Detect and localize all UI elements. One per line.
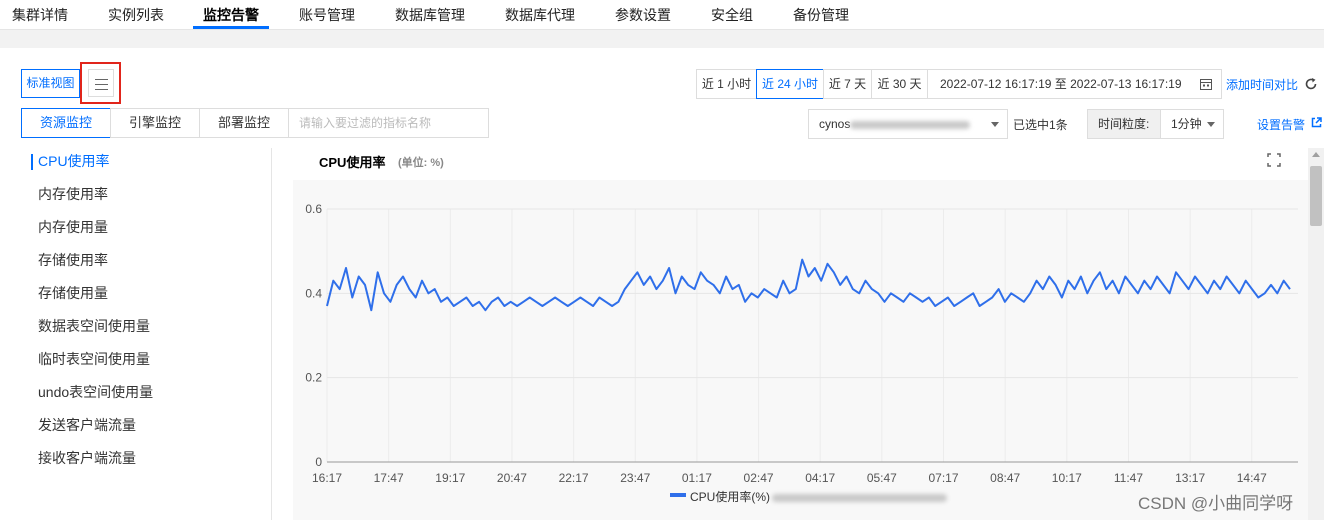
date-range-text: 2022-07-12 16:17:19 至 2022-07-13 16:17:1… xyxy=(940,77,1182,91)
legend-swatch xyxy=(670,493,686,497)
instance-id-redacted xyxy=(850,120,971,129)
tab-parameter-settings[interactable]: 参数设置 xyxy=(615,5,671,25)
metric-temp-space-usage[interactable]: 临时表空间使用量 xyxy=(38,349,150,369)
time-range-1h[interactable]: 近 1 小时 xyxy=(696,69,757,99)
refresh-icon[interactable] xyxy=(1304,77,1318,91)
y-tick-label: 0.6 xyxy=(305,202,322,216)
metric-client-receive-traffic[interactable]: 接收客户端流量 xyxy=(38,448,136,468)
menu-icon xyxy=(95,79,108,80)
x-tick-label: 02:47 xyxy=(744,471,774,485)
scroll-up-icon[interactable] xyxy=(1312,152,1320,157)
chart-unit: (单位: %) xyxy=(398,157,444,169)
y-tick-label: 0.4 xyxy=(305,286,322,300)
x-tick-label: 08:47 xyxy=(990,471,1020,485)
tab-engine-monitoring[interactable]: 引擎监控 xyxy=(110,108,200,138)
tab-deployment-monitoring[interactable]: 部署监控 xyxy=(199,108,289,138)
legend-instance-redacted xyxy=(772,494,947,502)
x-tick-label: 01:17 xyxy=(682,471,712,485)
tab-security-group[interactable]: 安全组 xyxy=(711,5,753,25)
vertical-scrollbar[interactable] xyxy=(1308,148,1324,520)
list-view-button[interactable] xyxy=(88,69,114,97)
x-tick-label: 23:47 xyxy=(620,471,650,485)
metric-filter-input[interactable]: 请输入要过滤的指标名称 xyxy=(288,108,489,138)
tab-database-proxy[interactable]: 数据库代理 xyxy=(505,5,575,25)
tab-resource-monitoring[interactable]: 资源监控 xyxy=(21,108,111,138)
metric-memory-usage[interactable]: 内存使用量 xyxy=(38,217,108,237)
top-nav: 集群详情 实例列表 监控告警 账号管理 数据库管理 数据库代理 参数设置 安全组… xyxy=(0,0,1324,30)
tab-account-management[interactable]: 账号管理 xyxy=(299,5,355,25)
x-tick-label: 20:47 xyxy=(497,471,527,485)
metric-sidebar: CPU使用率 内存使用率 内存使用量 存储使用率 存储使用量 数据表空间使用量 … xyxy=(22,148,272,520)
instance-select-value: cynos xyxy=(819,117,851,131)
selected-count: 已选中1条 xyxy=(1013,118,1068,132)
list-view-button-highlight[interactable] xyxy=(80,62,121,104)
fullscreen-icon[interactable] xyxy=(1267,153,1281,167)
y-tick-label: 0.2 xyxy=(305,371,322,385)
menu-icon-line xyxy=(95,89,108,90)
x-tick-label: 17:47 xyxy=(374,471,404,485)
tab-cluster-detail[interactable]: 集群详情 xyxy=(12,5,68,25)
metric-undo-space-usage[interactable]: undo表空间使用量 xyxy=(38,382,153,402)
granularity-value: 1分钟 xyxy=(1171,117,1202,131)
x-tick-label: 14:47 xyxy=(1237,471,1267,485)
cpu-usage-chart: 16:17 17:47 19:17 20:47 22:17 23:47 01:17 02:47… xyxy=(305,202,1298,485)
granularity-select[interactable]: 1分钟 xyxy=(1160,109,1224,139)
y-tick-label: 0 xyxy=(315,455,322,469)
time-range-24h[interactable]: 近 24 小时 xyxy=(756,69,824,99)
calendar-icon xyxy=(1200,79,1212,90)
metric-client-send-traffic[interactable]: 发送客户端流量 xyxy=(38,415,136,435)
scrollbar-thumb[interactable] xyxy=(1310,166,1322,226)
add-time-compare-link[interactable]: 添加时间对比 xyxy=(1226,76,1298,93)
time-range-7d[interactable]: 近 7 天 xyxy=(823,69,872,99)
date-range-picker[interactable]: 2022-07-12 16:17:19 至 2022-07-13 16:17:1… xyxy=(927,69,1222,99)
metric-cpu-usage[interactable]: CPU使用率 xyxy=(38,151,110,171)
menu-icon-line xyxy=(95,84,108,85)
tab-backup-management[interactable]: 备份管理 xyxy=(793,5,849,25)
watermark: CSDN @小曲同学呀 xyxy=(1138,494,1294,513)
standard-view-button[interactable]: 标准视图 xyxy=(21,69,80,98)
cpu-usage-series-line xyxy=(326,258,1291,312)
tab-database-management[interactable]: 数据库管理 xyxy=(395,5,465,25)
x-tick-label: 19:17 xyxy=(435,471,465,485)
metric-table-space-usage[interactable]: 数据表空间使用量 xyxy=(38,316,150,336)
chevron-down-icon xyxy=(1207,122,1215,127)
tab-instance-list[interactable]: 实例列表 xyxy=(108,5,164,25)
x-tick-label: 07:17 xyxy=(928,471,958,485)
metric-storage-usage-rate[interactable]: 存储使用率 xyxy=(38,250,108,270)
legend-label[interactable]: CPU使用率(%) xyxy=(690,488,770,505)
header-divider xyxy=(0,30,1324,48)
metric-storage-usage[interactable]: 存储使用量 xyxy=(38,283,108,303)
x-tick-label: 22:17 xyxy=(559,471,589,485)
set-alarm-link[interactable]: 设置告警 xyxy=(1257,116,1305,133)
time-range-30d[interactable]: 近 30 天 xyxy=(871,69,928,99)
external-link-icon[interactable] xyxy=(1311,117,1322,128)
metric-memory-usage-rate[interactable]: 内存使用率 xyxy=(38,184,108,204)
x-tick-label: 16:17 xyxy=(312,471,342,485)
chart-title: CPU使用率 xyxy=(319,155,386,170)
active-indicator xyxy=(31,154,33,170)
active-tab-underline xyxy=(193,26,269,29)
x-tick-label: 11:47 xyxy=(1114,471,1143,485)
instance-select[interactable]: cynos xyxy=(808,109,1008,139)
chevron-down-icon xyxy=(991,122,999,127)
x-tick-label: 13:17 xyxy=(1175,471,1205,485)
granularity-label: 时间粒度: xyxy=(1087,109,1161,139)
x-tick-label: 04:17 xyxy=(805,471,835,485)
tab-monitoring-alarm[interactable]: 监控告警 xyxy=(203,5,259,25)
x-tick-label: 10:17 xyxy=(1052,471,1082,485)
x-tick-label: 05:47 xyxy=(867,471,897,485)
